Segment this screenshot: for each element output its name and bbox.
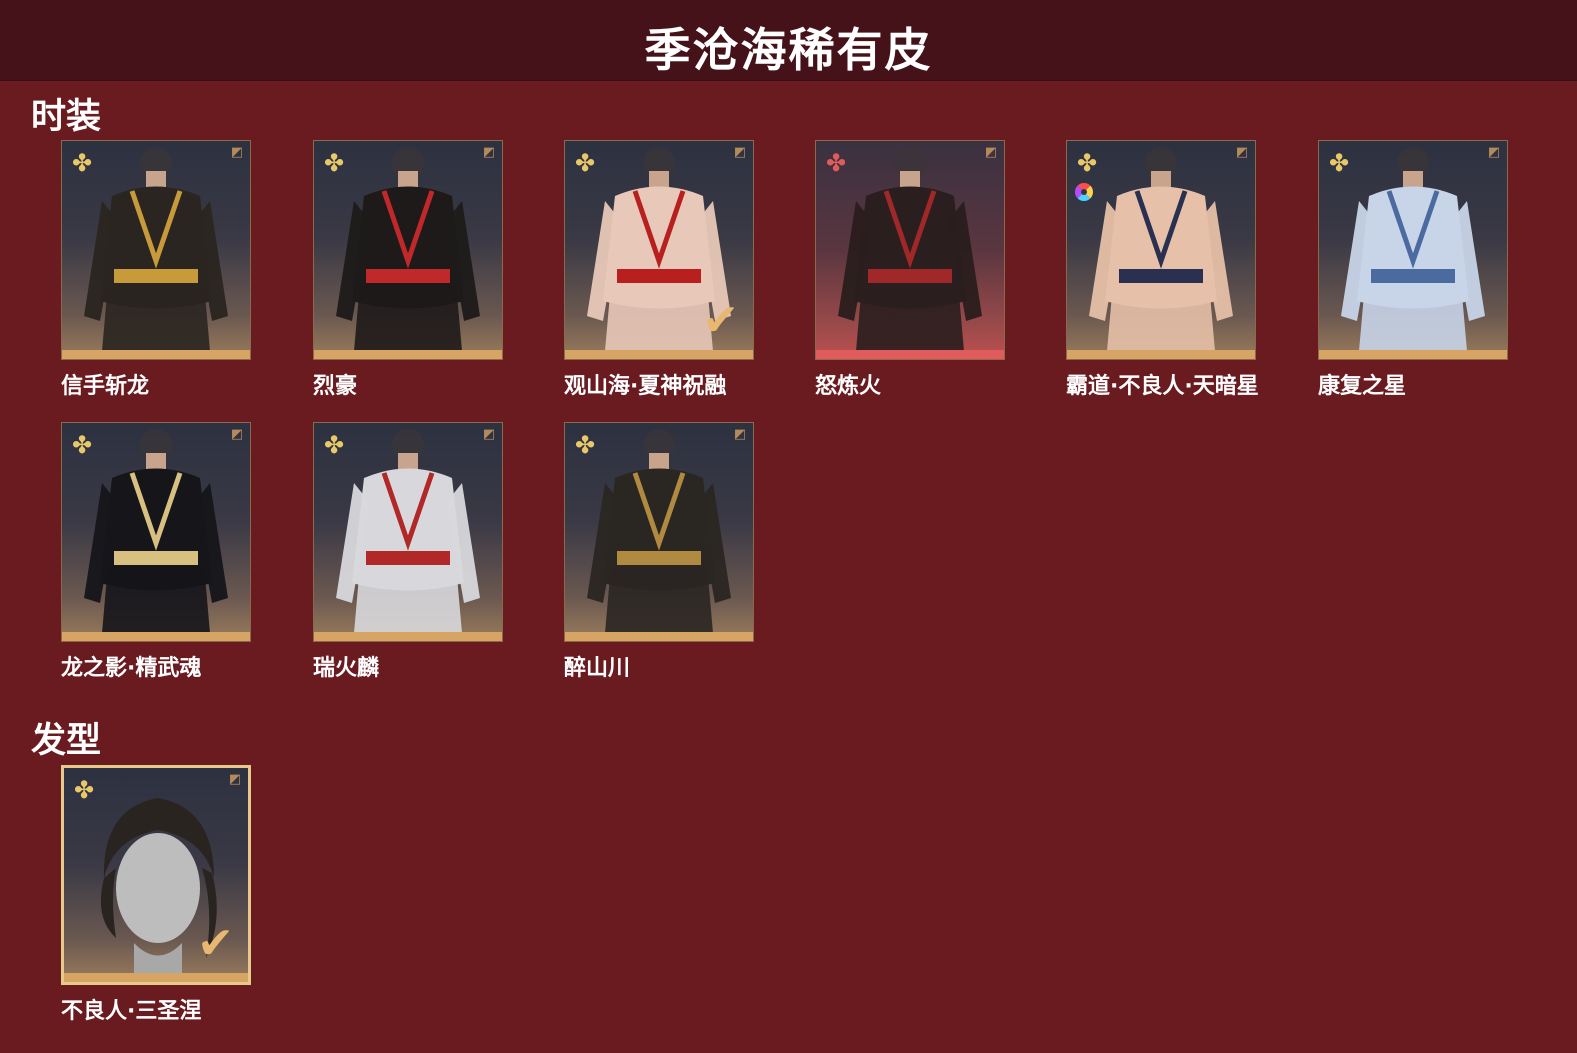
costume-card[interactable]: ✤ ◩: [61, 140, 251, 360]
costume-card[interactable]: ✤ ◩: [313, 140, 503, 360]
hairstyle-card[interactable]: ✤ ◩ ✔: [61, 765, 251, 985]
equipped-check-icon: ✔: [702, 295, 739, 346]
gold-flower-icon: ✤: [324, 431, 345, 459]
section-title-costumes: 时装: [31, 97, 102, 137]
gold-flower-icon: ✤: [72, 149, 93, 177]
dye-wheel-icon: [1075, 183, 1093, 201]
costume-card[interactable]: ✤ ◩: [1318, 140, 1508, 360]
rarity-bar: [565, 350, 753, 359]
corner-icon: ◩: [230, 145, 244, 160]
rarity-bar: [565, 632, 753, 641]
rarity-bar: [314, 350, 502, 359]
hairstyle-rarity-bar: [64, 973, 248, 982]
hairstyle-item[interactable]: ✤ ◩ ✔ 不良人·三圣涅: [61, 765, 251, 1025]
costume-item[interactable]: ✤ ◩ 瑞火麟: [313, 422, 503, 682]
gold-flower-icon: ✤: [72, 431, 93, 459]
costume-card[interactable]: ✤ ◩: [1066, 140, 1256, 360]
rarity-bar: [816, 350, 1004, 359]
costume-name: 龙之影·精武魂: [61, 656, 202, 681]
costume-name: 怒炼火: [815, 374, 882, 399]
rarity-bar: [1319, 350, 1507, 359]
red-flower-icon: ✤: [826, 149, 847, 177]
title-bar: 季沧海稀有皮: [0, 0, 1577, 81]
equipped-check-icon: ✔: [197, 918, 234, 969]
costume-item[interactable]: ✤ ◩ 康复之星: [1318, 140, 1508, 400]
corner-icon: ◩: [1487, 145, 1501, 160]
costume-name: 霸道·不良人·天暗星: [1066, 374, 1259, 399]
costume-card[interactable]: ✤ ◩: [564, 422, 754, 642]
costume-name: 烈豪: [313, 374, 358, 399]
costume-name: 信手斩龙: [61, 374, 150, 399]
costume-card[interactable]: ✤ ◩: [815, 140, 1005, 360]
costume-card[interactable]: ✤ ◩ ✔: [564, 140, 754, 360]
costume-name: 瑞火麟: [313, 656, 380, 681]
costume-item[interactable]: ✤ ◩ 信手斩龙: [61, 140, 251, 400]
gold-flower-icon: ✤: [575, 431, 596, 459]
corner-icon: ◩: [230, 427, 244, 442]
costume-item[interactable]: ✤ ◩ ✔ 观山海·夏神祝融: [564, 140, 754, 400]
corner-icon: ◩: [482, 145, 496, 160]
gold-flower-icon: ✤: [1077, 149, 1098, 177]
costume-card[interactable]: ✤ ◩: [61, 422, 251, 642]
corner-icon: ◩: [1235, 145, 1249, 160]
rarity-bar: [62, 632, 250, 641]
rarity-bar: [1067, 350, 1255, 359]
gold-flower-icon: ✤: [324, 149, 345, 177]
costume-item[interactable]: ✤ ◩ 烈豪: [313, 140, 503, 400]
rarity-bar: [62, 350, 250, 359]
costume-name: 醉山川: [564, 656, 631, 681]
corner-icon: ◩: [984, 145, 998, 160]
corner-icon: ◩: [733, 427, 747, 442]
corner-icon: ◩: [733, 145, 747, 160]
gold-flower-icon: ✤: [74, 776, 95, 804]
page-title: 季沧海稀有皮: [644, 23, 933, 77]
corner-icon: ◩: [228, 772, 242, 787]
costume-card[interactable]: ✤ ◩: [313, 422, 503, 642]
corner-icon: ◩: [482, 427, 496, 442]
costume-name: 观山海·夏神祝融: [564, 374, 727, 399]
costume-item[interactable]: ✤ ◩ 醉山川: [564, 422, 754, 682]
section-title-hairstyles: 发型: [31, 721, 102, 761]
gold-flower-icon: ✤: [1329, 149, 1350, 177]
costume-item[interactable]: ✤ ◩ 怒炼火: [815, 140, 1005, 400]
rarity-bar: [314, 632, 502, 641]
costume-item[interactable]: ✤ ◩ 霸道·不良人·天暗星: [1066, 140, 1259, 400]
costume-item[interactable]: ✤ ◩ 龙之影·精武魂: [61, 422, 251, 682]
costume-name: 康复之星: [1318, 374, 1407, 399]
gold-flower-icon: ✤: [575, 149, 596, 177]
hairstyle-name: 不良人·三圣涅: [61, 999, 202, 1024]
